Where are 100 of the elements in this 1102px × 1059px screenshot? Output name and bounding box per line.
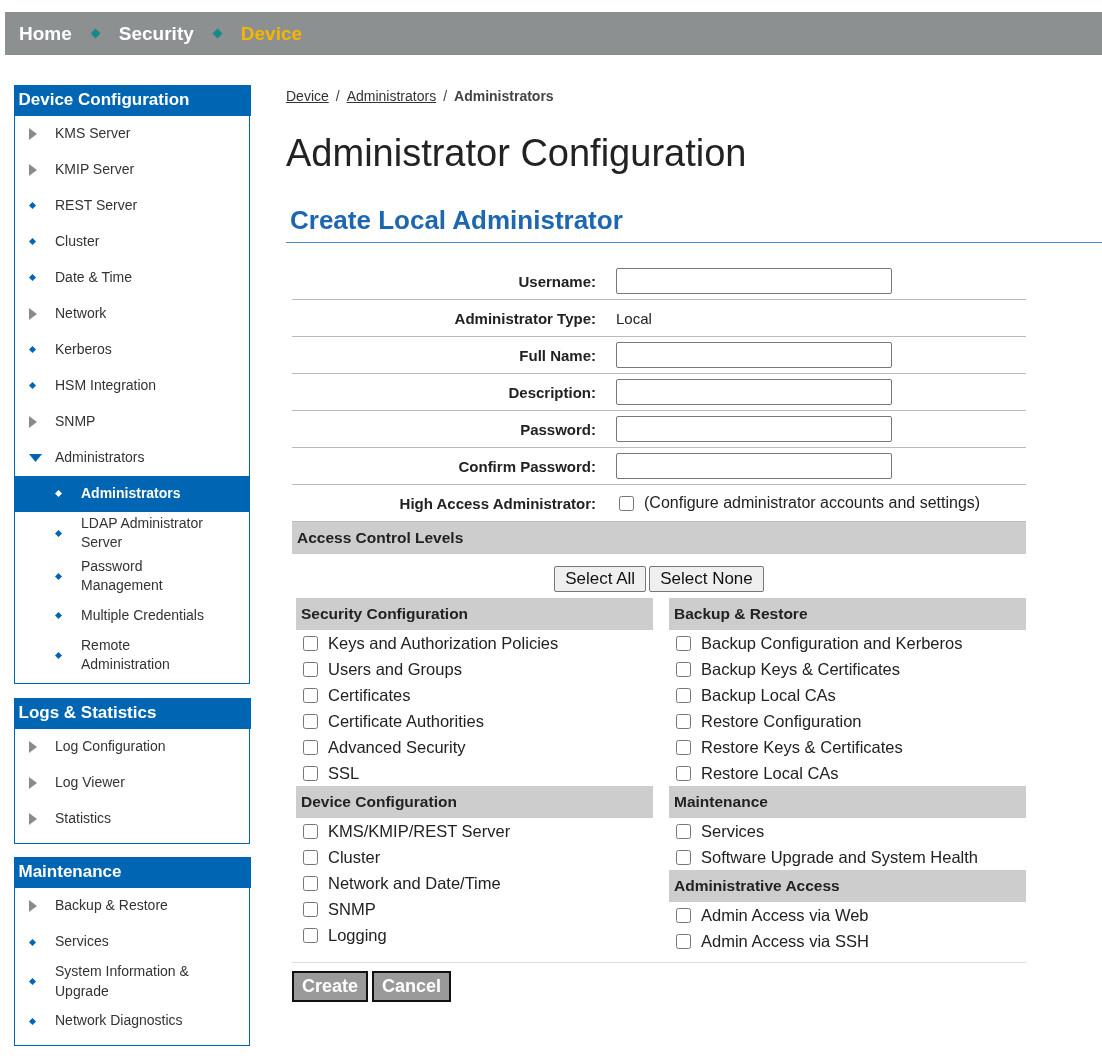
sidebar-item[interactable]: Backup & Restore [15, 888, 249, 925]
checkbox[interactable] [676, 687, 691, 703]
group-header: Backup & Restore [669, 598, 1026, 630]
bullet-icon [55, 490, 62, 497]
caret-right-icon [29, 812, 37, 825]
sidebar-item[interactable]: Services [15, 924, 249, 961]
group-header: Maintenance [669, 786, 1026, 818]
bullet-icon [29, 202, 36, 209]
sidebar-item[interactable]: SNMP [15, 403, 249, 440]
field-label: High Access Administrator: [398, 494, 597, 512]
checkbox[interactable] [303, 661, 318, 677]
input-field[interactable] [616, 453, 892, 479]
sidebar-subitem[interactable]: Administrators [15, 475, 249, 512]
sidebar-item[interactable]: Administrators [15, 439, 249, 476]
checkbox-label: Backup Configuration and Kerberos [701, 633, 963, 653]
bullet-icon [29, 978, 36, 986]
checkbox-label: Certificate Authorities [328, 711, 484, 731]
checkbox-label: SSL [328, 763, 360, 783]
checkbox-label: Restore Local CAs [701, 763, 839, 783]
checkbox-label: Keys and Authorization Policies [328, 633, 559, 653]
field-value: Local [616, 309, 652, 327]
checkbox[interactable] [619, 495, 634, 511]
bullet-icon [29, 382, 36, 389]
select-button[interactable]: Select None [649, 566, 764, 592]
checkbox-label: Network and Date/Time [328, 873, 501, 893]
checkbox[interactable] [676, 907, 691, 923]
sidebar-subitem[interactable]: LDAP Administrator Server [15, 511, 249, 555]
sidebar-item[interactable]: REST Server [15, 187, 249, 224]
sidebar-item[interactable]: Log Viewer [15, 764, 249, 801]
checkbox[interactable] [303, 739, 318, 755]
checkbox[interactable] [303, 713, 318, 729]
checkbox[interactable] [676, 823, 691, 839]
breadcrumb-link[interactable]: Administrators [346, 88, 437, 104]
input-field[interactable] [616, 342, 892, 368]
caret-down-icon [29, 453, 42, 462]
checkbox-label: Advanced Security [328, 737, 466, 757]
checkbox[interactable] [303, 687, 318, 703]
checkbox[interactable] [303, 901, 318, 917]
checkbox-label: Backup Keys & Certificates [701, 659, 900, 679]
checkbox[interactable] [303, 635, 318, 651]
group-header: Administrative Access [669, 870, 1026, 902]
checkbox-label: Certificates [328, 685, 411, 705]
checkbox[interactable] [676, 765, 691, 781]
checkbox[interactable] [676, 739, 691, 755]
checkbox[interactable] [303, 823, 318, 839]
caret-right-icon [29, 127, 37, 140]
sidebar-item[interactable]: KMS Server [15, 115, 249, 152]
input-field[interactable] [616, 268, 892, 294]
input-field[interactable] [616, 416, 892, 442]
checkbox-label: Software Upgrade and System Health [701, 847, 978, 867]
caret-right-icon [29, 776, 37, 789]
section-band: Access Control Levels [292, 522, 1026, 554]
checkbox[interactable] [676, 635, 691, 651]
checkbox-label: Services [701, 821, 765, 841]
bullet-icon [55, 651, 62, 659]
checkbox-label: Admin Access via SSH [701, 931, 869, 951]
bullet-icon [55, 529, 62, 537]
caret-right-icon [29, 163, 37, 176]
bullet-icon [55, 612, 62, 620]
checkbox[interactable] [676, 849, 691, 865]
checkbox-label: Cluster [328, 847, 381, 867]
checkbox[interactable] [303, 765, 318, 781]
sidebar-item[interactable]: Log Configuration [15, 728, 249, 765]
checkbox-label: Restore Configuration [701, 711, 862, 731]
checkbox[interactable] [303, 927, 318, 943]
checkbox-note: (Configure administrator accounts and settings) [644, 494, 981, 512]
sidebar-item[interactable]: KMIP Server [15, 151, 249, 188]
sidebar-subitem[interactable]: Remote Administration [15, 633, 249, 678]
sidebar-item[interactable]: Date & Time [15, 259, 249, 296]
checkbox-label: Users and Groups [328, 659, 462, 679]
input-field[interactable] [616, 379, 892, 405]
checkbox[interactable] [303, 875, 318, 891]
field-label: Confirm Password: [457, 457, 597, 475]
breadcrumb-link[interactable]: Device [286, 88, 329, 104]
sidebar-item[interactable]: Cluster [15, 223, 249, 260]
panel-title: Logs & Statistics [13, 697, 251, 729]
sidebar-item[interactable]: Kerberos [15, 331, 249, 368]
section-title: Create Local Administrator [286, 205, 1102, 243]
select-button[interactable]: Select All [554, 566, 647, 592]
caret-right-icon [29, 415, 37, 428]
checkbox[interactable] [676, 713, 691, 729]
sidebar-item[interactable]: Network [15, 295, 249, 332]
checkbox[interactable] [303, 849, 318, 865]
panel-title: Device Configuration [13, 84, 251, 116]
checkbox[interactable] [676, 933, 691, 949]
separator-icon [90, 28, 101, 39]
caret-right-icon [29, 307, 37, 320]
bullet-icon [29, 346, 36, 353]
sidebar-subitem[interactable]: Password Management [15, 554, 249, 598]
breadcrumb-separator: / [443, 88, 448, 104]
checkbox[interactable] [676, 661, 691, 677]
sidebar-item[interactable]: HSM Integration [15, 367, 249, 404]
sidebar-subitem[interactable]: Multiple Credentials [15, 597, 249, 634]
field-label: Password: [519, 420, 597, 438]
group-header: Device Configuration [296, 786, 653, 818]
sidebar-item[interactable]: System Information & Upgrade [15, 960, 249, 1004]
sidebar-item[interactable]: Statistics [15, 800, 249, 837]
bullet-icon [29, 238, 36, 245]
panel-title: Maintenance [13, 857, 251, 889]
sidebar-item[interactable]: Network Diagnostics [15, 1003, 249, 1040]
